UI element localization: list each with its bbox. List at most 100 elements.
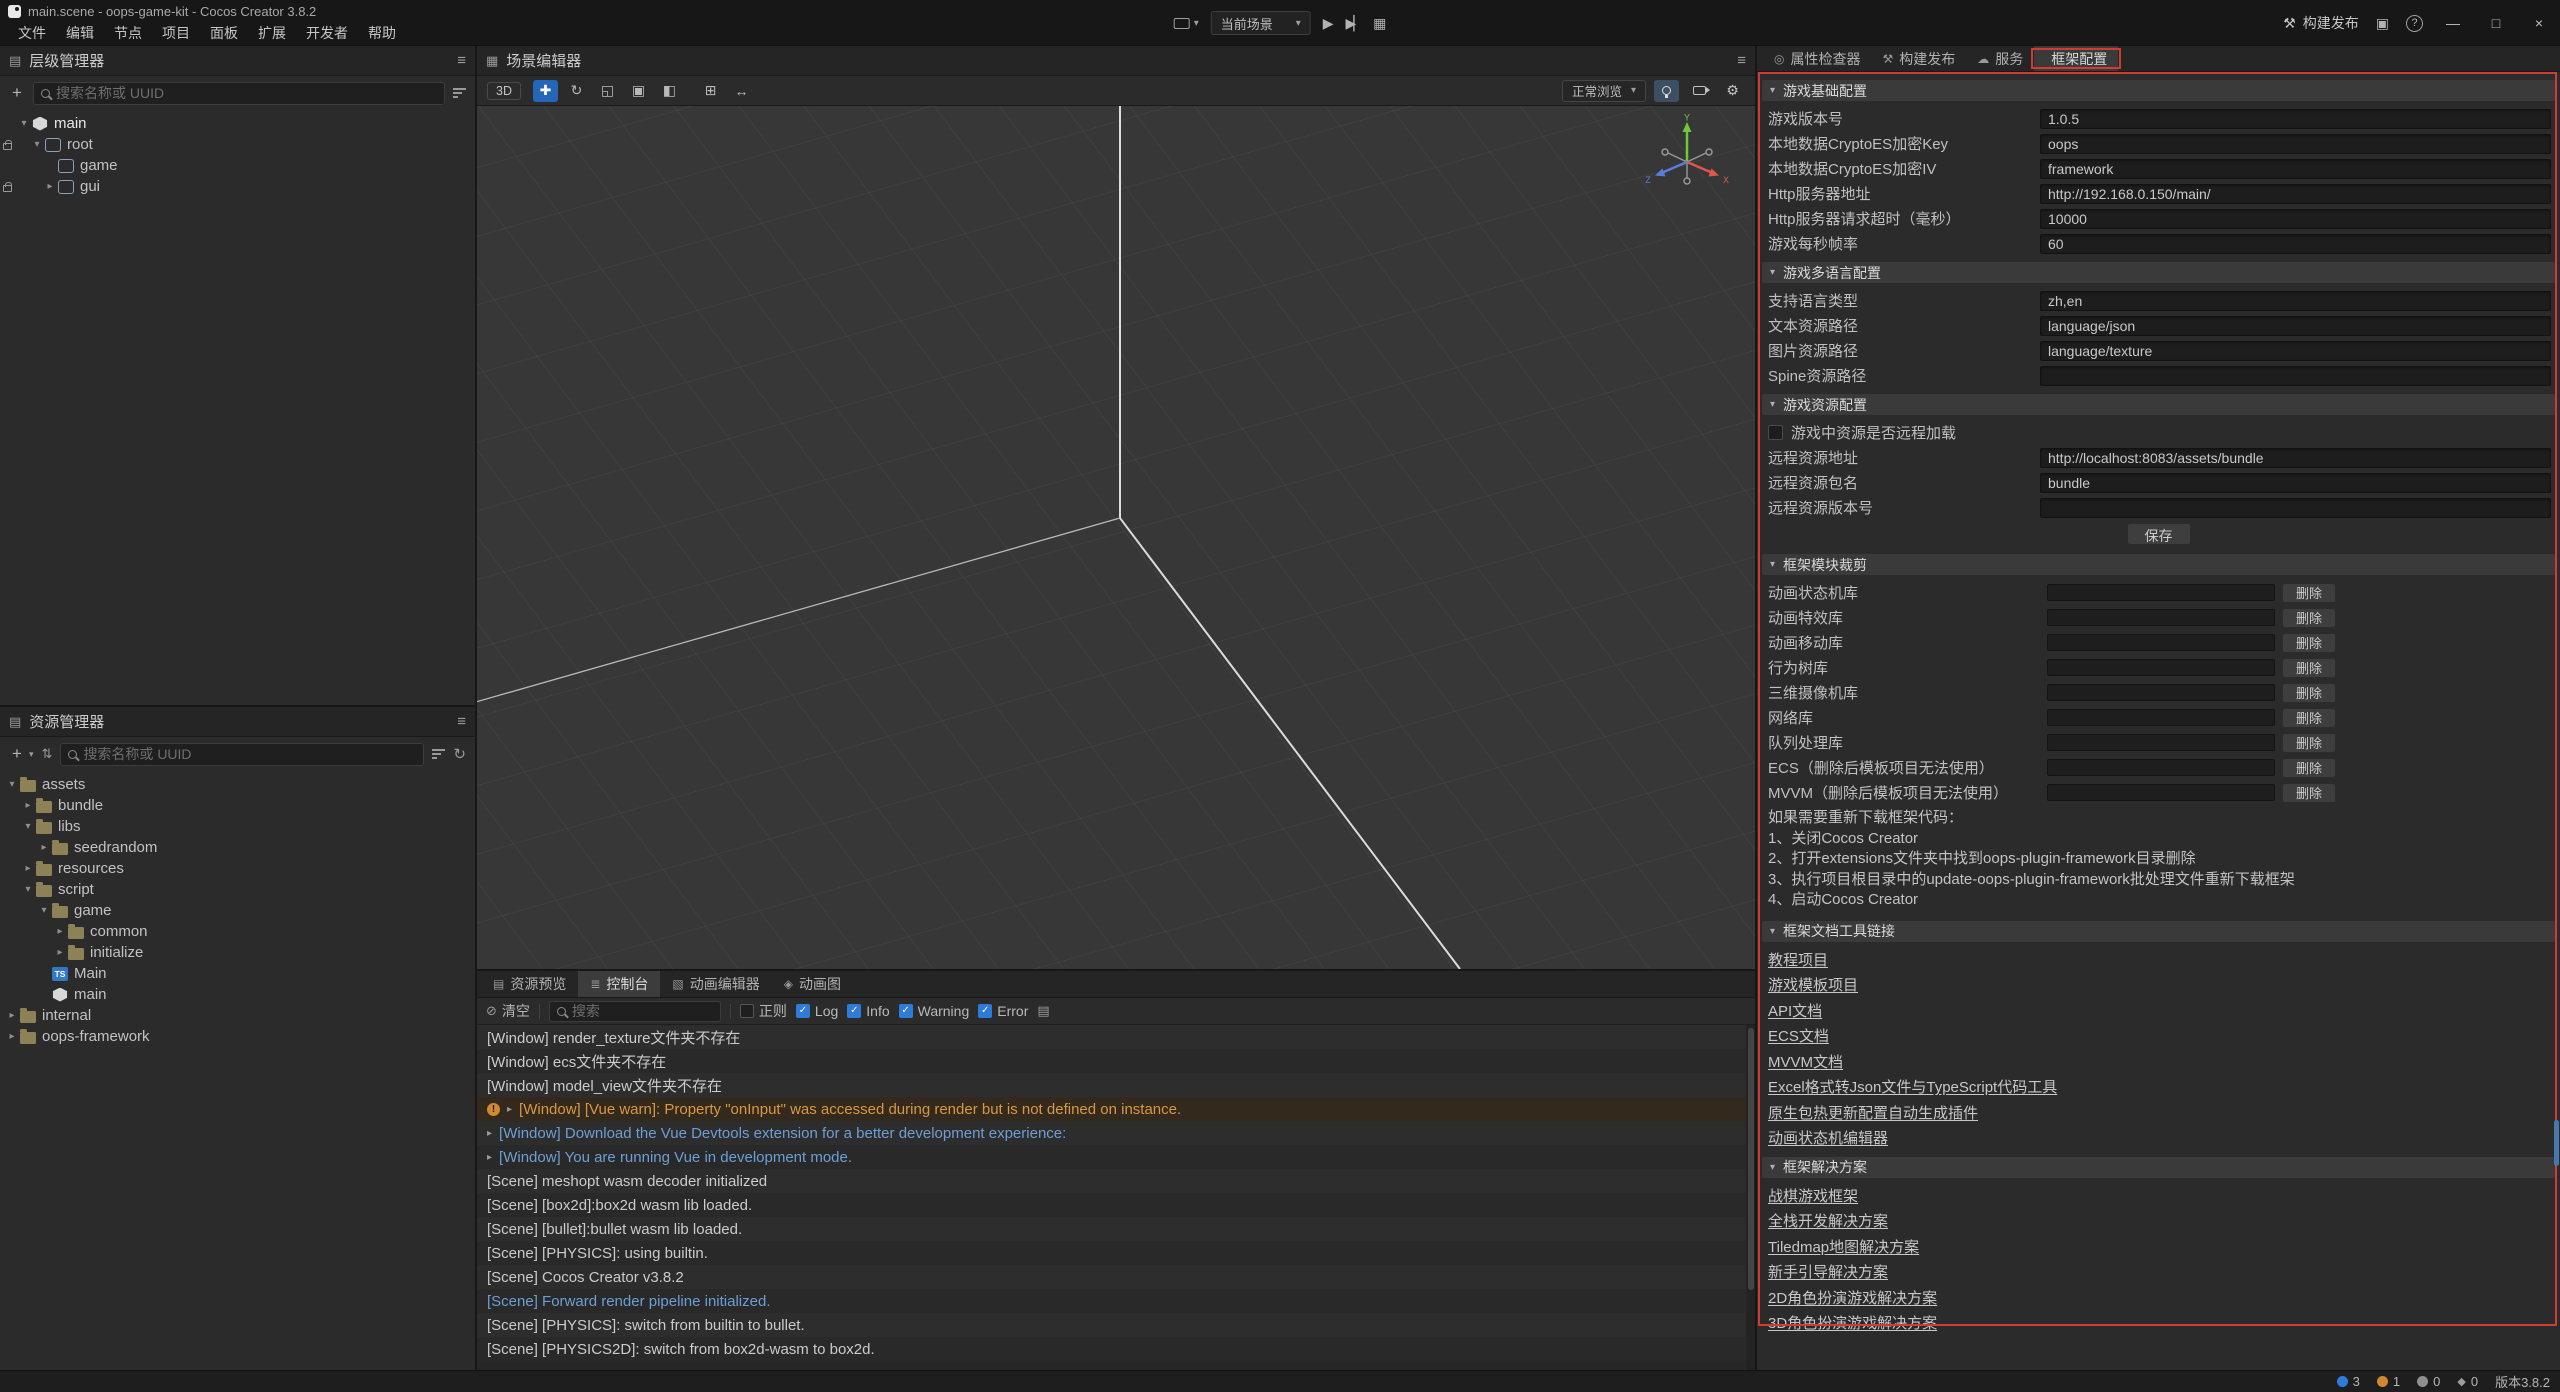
- doc-link[interactable]: 原生包热更新配置自动生成插件: [1768, 1102, 1978, 1123]
- expand-arrow-icon[interactable]: ▾: [21, 884, 35, 895]
- filter-checkbox[interactable]: ✓: [899, 1004, 913, 1018]
- asset-row[interactable]: ▾ game: [0, 900, 475, 921]
- orientation-gizmo[interactable]: Y X Z: [1641, 114, 1733, 206]
- console-scrollbar[interactable]: [1746, 1025, 1755, 1370]
- expand-arrow-icon[interactable]: ▸: [487, 1152, 492, 1163]
- doc-link[interactable]: 教程项目: [1768, 949, 1828, 970]
- expand-arrow-icon[interactable]: ▸: [21, 863, 35, 874]
- scale-tool-icon[interactable]: ◱: [595, 80, 620, 102]
- remote-load-checkbox[interactable]: [1768, 425, 1783, 440]
- delete-module-button[interactable]: 删除: [2282, 608, 2336, 628]
- section-solutions[interactable]: ▾ 框架解决方案: [1762, 1157, 2555, 1178]
- inspector-tab[interactable]: 服务: [1966, 46, 2034, 71]
- scrollbar-thumb[interactable]: [1748, 1028, 1754, 1290]
- console-tab[interactable]: 动画图: [772, 971, 853, 997]
- log-row[interactable]: [Scene] [box2d]:box2d wasm lib loaded.: [477, 1193, 1755, 1217]
- camera-settings-button[interactable]: [1687, 80, 1712, 102]
- menu-item[interactable]: 开发者: [296, 23, 358, 43]
- menu-item[interactable]: 帮助: [358, 23, 406, 43]
- expand-arrow-icon[interactable]: ▾: [30, 139, 44, 150]
- regex-toggle[interactable]: ✓ 正则: [740, 1001, 787, 1021]
- expand-arrow-icon[interactable]: ▾: [37, 905, 51, 916]
- menu-item[interactable]: 项目: [152, 23, 200, 43]
- log-filter[interactable]: ✓ Info: [847, 1003, 889, 1019]
- property-input[interactable]: [2040, 366, 2551, 386]
- delete-module-button[interactable]: 删除: [2282, 783, 2336, 803]
- expand-arrow-icon[interactable]: ▸: [507, 1104, 512, 1115]
- log-row[interactable]: [Window] ecs文件夹不存在: [477, 1049, 1755, 1073]
- property-input[interactable]: language/texture: [2040, 341, 2551, 361]
- property-input[interactable]: [2040, 498, 2551, 518]
- hierarchy-search-input[interactable]: [56, 85, 437, 101]
- section-module-trim[interactable]: ▾ 框架模块裁剪: [1762, 554, 2555, 575]
- section-doc-links[interactable]: ▾ 框架文档工具链接: [1762, 921, 2555, 942]
- panel-menu-icon[interactable]: ≡: [457, 713, 466, 730]
- scene-viewport[interactable]: Y X Z: [477, 106, 1755, 969]
- asset-row[interactable]: ▸ seedrandom: [0, 837, 475, 858]
- coordinate-toggle-icon[interactable]: ↔: [729, 80, 754, 102]
- delete-module-button[interactable]: 删除: [2282, 683, 2336, 703]
- menu-item[interactable]: 文件: [8, 23, 56, 43]
- property-input[interactable]: 1.0.5: [2040, 109, 2551, 129]
- section-basic-config[interactable]: ▾ 游戏基础配置: [1762, 80, 2555, 101]
- log-row[interactable]: [Scene] meshopt wasm decoder initialized: [477, 1169, 1755, 1193]
- inspector-tab[interactable]: 框架配置: [2034, 46, 2118, 71]
- log-row[interactable]: [Scene] [PHYSICS2D]: switch from box2d-w…: [477, 1337, 1755, 1361]
- lighting-toggle[interactable]: [1654, 80, 1679, 102]
- menu-item[interactable]: 编辑: [56, 23, 104, 43]
- create-asset-button[interactable]: +: [9, 744, 25, 764]
- property-input[interactable]: http://localhost:8083/assets/bundle: [2040, 448, 2551, 468]
- view-mode-select[interactable]: 正常浏览 ▾: [1562, 80, 1646, 102]
- section-language-config[interactable]: ▾ 游戏多语言配置: [1762, 262, 2555, 283]
- doc-link[interactable]: API文档: [1768, 1000, 1822, 1021]
- console-tab[interactable]: 控制台: [578, 971, 660, 997]
- doc-link[interactable]: MVVM文档: [1768, 1051, 1843, 1072]
- asset-row[interactable]: Main: [0, 963, 475, 984]
- solution-link[interactable]: Tiledmap地图解决方案: [1768, 1236, 1919, 1257]
- log-row[interactable]: [Window] model_view文件夹不存在: [477, 1073, 1755, 1097]
- asset-row[interactable]: main: [0, 984, 475, 1005]
- expand-arrow-icon[interactable]: ▸: [53, 926, 67, 937]
- regex-checkbox[interactable]: ✓: [740, 1004, 754, 1018]
- console-tab[interactable]: 动画编辑器: [660, 971, 771, 997]
- property-input[interactable]: language/json: [2040, 316, 2551, 336]
- minimize-button[interactable]: —: [2440, 15, 2466, 31]
- hierarchy-node-row[interactable]: ▸ gui: [0, 176, 475, 197]
- console-search-input[interactable]: [572, 1003, 713, 1019]
- clear-console-button[interactable]: ⊘ 清空: [486, 1001, 530, 1021]
- expand-arrow-icon[interactable]: ▾: [21, 821, 35, 832]
- log-row[interactable]: ▸ [Window] You are running Vue in develo…: [477, 1145, 1755, 1169]
- solution-link[interactable]: 全栈开发解决方案: [1768, 1210, 1888, 1231]
- assets-search-input[interactable]: [83, 746, 416, 762]
- filter-checkbox[interactable]: ✓: [796, 1004, 810, 1018]
- property-input[interactable]: bundle: [2040, 473, 2551, 493]
- delete-module-button[interactable]: 删除: [2282, 633, 2336, 653]
- hierarchy-searchbox[interactable]: [33, 82, 445, 105]
- layout-grid-icon[interactable]: ▦: [1373, 15, 1386, 32]
- inspector-tab[interactable]: 构建发布: [1871, 46, 1966, 71]
- property-input[interactable]: http://192.168.0.150/main/: [2040, 184, 2551, 204]
- log-row[interactable]: [Scene] Cocos Creator v3.8.2: [477, 1265, 1755, 1289]
- refresh-icon[interactable]: ↻: [453, 745, 466, 763]
- package-icon[interactable]: ▣: [2376, 15, 2389, 32]
- scene-settings-button[interactable]: ⚙: [1720, 80, 1745, 102]
- asset-row[interactable]: ▸ oops-framework: [0, 1026, 475, 1047]
- asset-row[interactable]: ▸ resources: [0, 858, 475, 879]
- solution-link[interactable]: 3D角色扮演游戏解决方案: [1768, 1312, 1937, 1333]
- maximize-button[interactable]: □: [2483, 15, 2509, 31]
- property-input[interactable]: zh,en: [2040, 291, 2551, 311]
- console-searchbox[interactable]: [549, 1001, 721, 1022]
- delete-module-button[interactable]: 删除: [2282, 583, 2336, 603]
- solution-link[interactable]: 新手引导解决方案: [1768, 1261, 1888, 1282]
- log-filter[interactable]: ✓ Log: [796, 1003, 838, 1019]
- log-filter[interactable]: ✓ Warning: [899, 1003, 970, 1019]
- step-button[interactable]: ▶▏: [1346, 15, 1362, 32]
- expand-arrow-icon[interactable]: ▸: [5, 1010, 19, 1021]
- transform-tool-icon[interactable]: ◧: [657, 80, 682, 102]
- menu-item[interactable]: 扩展: [248, 23, 296, 43]
- asset-row[interactable]: ▸ initialize: [0, 942, 475, 963]
- warning-count[interactable]: 1: [2377, 1374, 2400, 1389]
- doc-link[interactable]: 游戏模板项目: [1768, 974, 1858, 995]
- menu-item[interactable]: 面板: [200, 23, 248, 43]
- panel-menu-icon[interactable]: ≡: [1737, 52, 1746, 69]
